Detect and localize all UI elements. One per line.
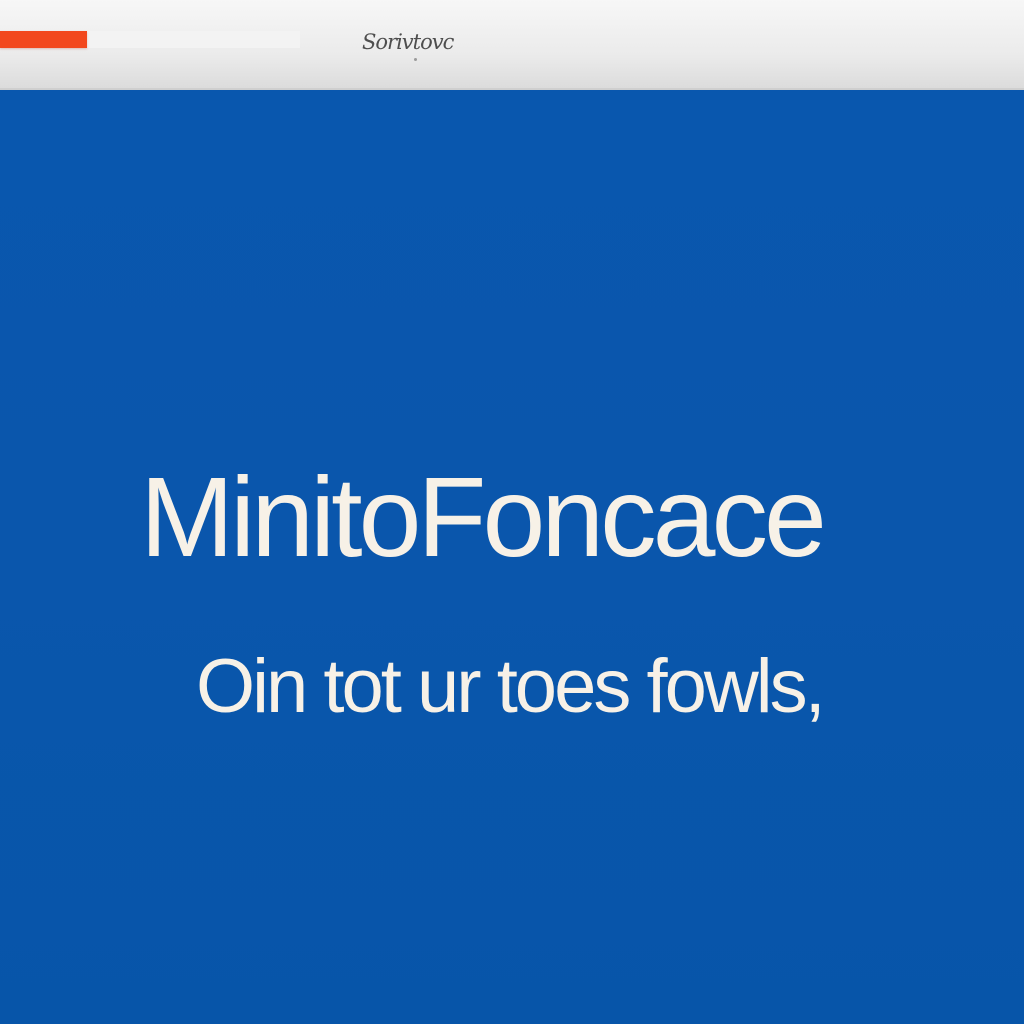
screen: Sorivtovc MinitoFoncace Oin tot ur toes … (0, 0, 1024, 1024)
page-headline: MinitoFoncace (140, 454, 827, 580)
loading-progress-bar (0, 31, 300, 48)
top-bar-label: Sorivtovc (362, 30, 454, 54)
top-bar: Sorivtovc (0, 0, 1024, 90)
loading-progress-fill (0, 31, 87, 48)
page-subheadline: Oin tot ur toes fowls, (196, 644, 826, 729)
loading-dot (414, 58, 417, 61)
main-content: MinitoFoncace Oin tot ur toes fowls, (0, 90, 1024, 1024)
